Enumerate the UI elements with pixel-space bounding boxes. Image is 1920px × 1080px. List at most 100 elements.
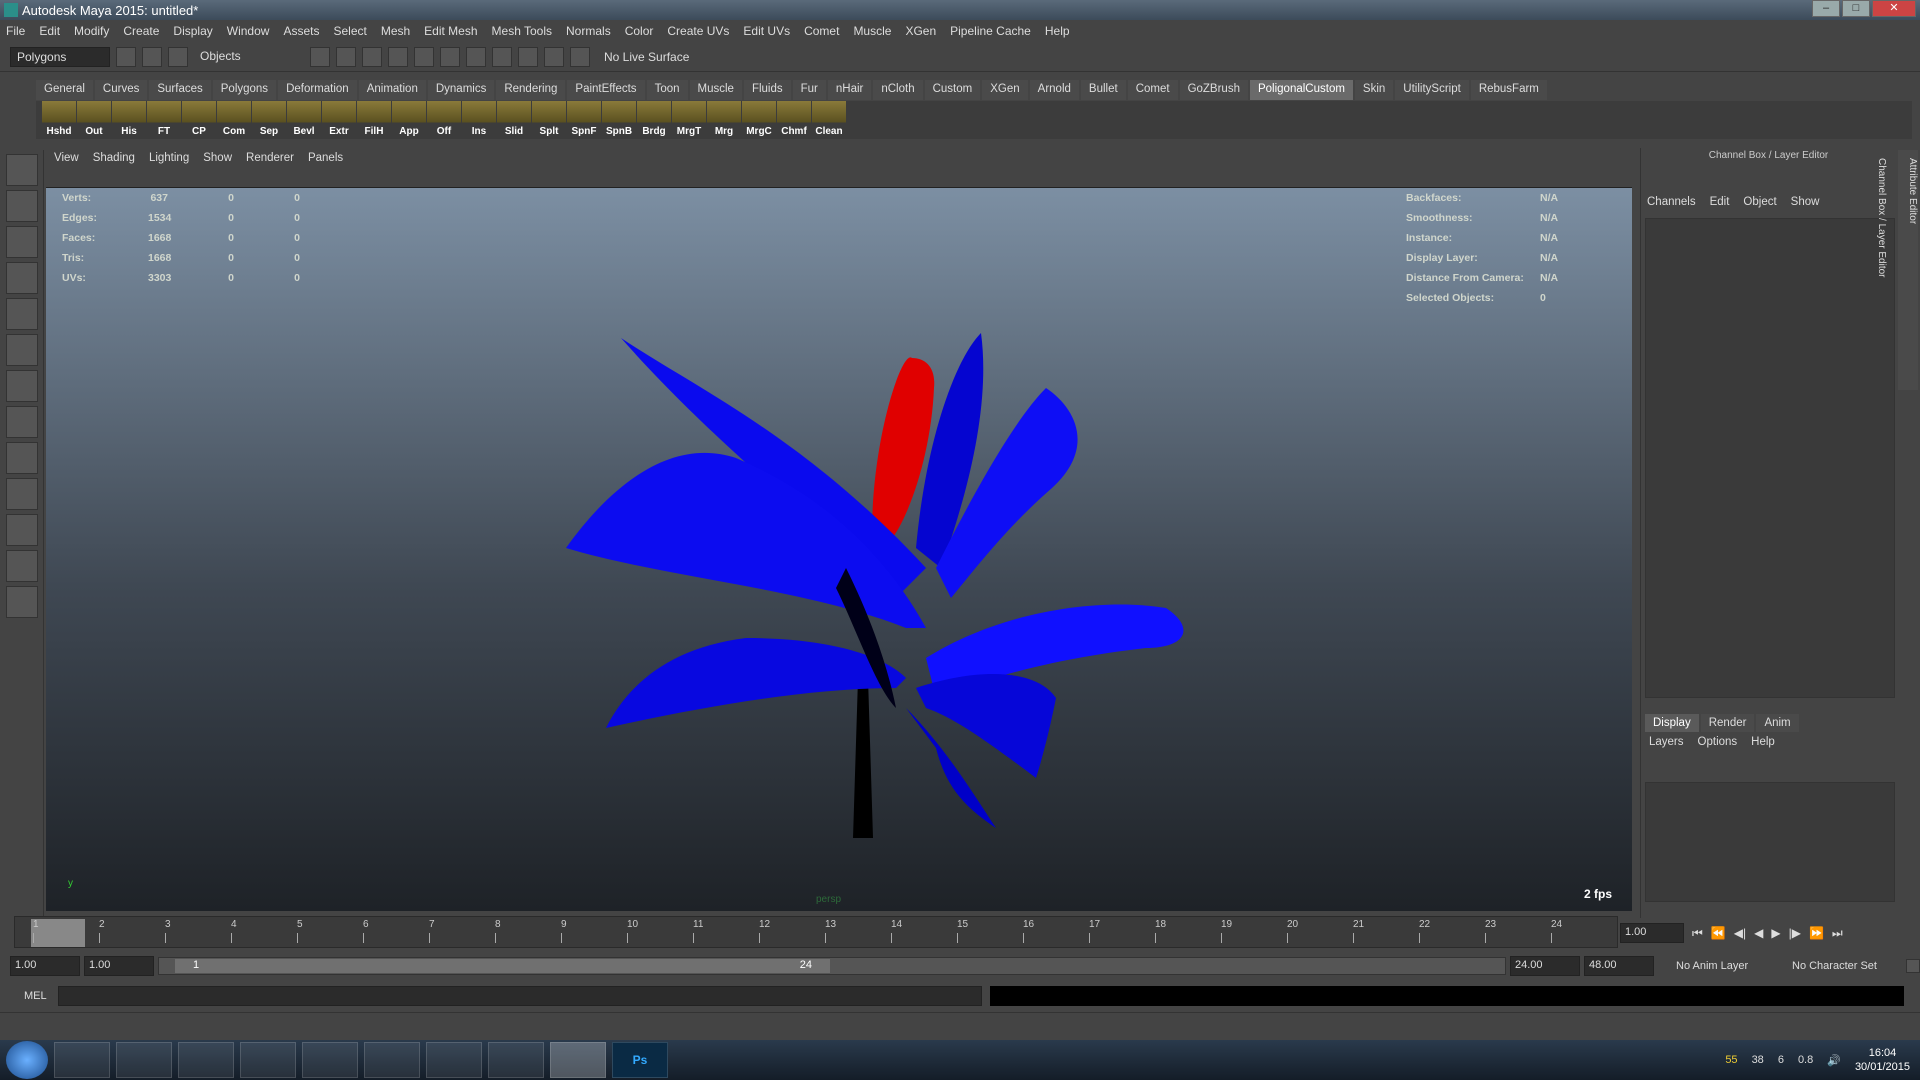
menu-edit[interactable]: Edit xyxy=(39,24,60,38)
render-settings-icon[interactable] xyxy=(570,46,590,67)
menu-comet[interactable]: Comet xyxy=(804,24,839,38)
shelf-tab-rendering[interactable]: Rendering xyxy=(496,80,566,100)
shelf-button-slid[interactable]: Slid xyxy=(497,101,531,137)
select-by-hierarchy-icon[interactable] xyxy=(310,46,330,67)
rotate-tool-icon[interactable] xyxy=(6,298,38,330)
panel-toolbar[interactable] xyxy=(46,168,1632,188)
ipr-render-icon[interactable] xyxy=(544,46,564,67)
shelf-button-mrgc[interactable]: MrgC xyxy=(742,101,776,137)
layer-menu-options[interactable]: Options xyxy=(1698,736,1738,748)
selection-mode[interactable]: Objects xyxy=(194,46,304,67)
shelf-tab-xgen[interactable]: XGen xyxy=(982,80,1028,100)
command-input[interactable] xyxy=(58,986,982,1006)
menu-xgen[interactable]: XGen xyxy=(905,24,936,38)
shelf-tab-dynamics[interactable]: Dynamics xyxy=(427,80,495,100)
shelf-tab-deformation[interactable]: Deformation xyxy=(278,80,357,100)
shelf-tab-general[interactable]: General xyxy=(36,80,93,100)
shelf-button-ft[interactable]: FT xyxy=(147,101,181,137)
shelf-button-off[interactable]: Off xyxy=(427,101,461,137)
current-time-field[interactable]: 1.00 xyxy=(1620,923,1684,943)
snap-grid-icon[interactable] xyxy=(388,46,408,67)
channel-menu-channels[interactable]: Channels xyxy=(1647,196,1696,208)
animation-end-field[interactable]: 48.00 xyxy=(1584,956,1654,976)
go-to-start-icon[interactable]: ⏮ xyxy=(1692,926,1703,941)
shelf-button-his[interactable]: His xyxy=(112,101,146,137)
panel-menu-renderer[interactable]: Renderer xyxy=(246,152,294,164)
taskbar-chrome-icon[interactable] xyxy=(240,1042,296,1078)
panel-menu-shading[interactable]: Shading xyxy=(93,152,135,164)
shelf-button-spnf[interactable]: SpnF xyxy=(567,101,601,137)
shelf-tab-arnold[interactable]: Arnold xyxy=(1029,80,1079,100)
channel-menu-object[interactable]: Object xyxy=(1743,196,1776,208)
menu-normals[interactable]: Normals xyxy=(566,24,611,38)
menu-edit-mesh[interactable]: Edit Mesh xyxy=(424,24,477,38)
shelf-button-clean[interactable]: Clean xyxy=(812,101,846,137)
animation-start-field[interactable]: 1.00 xyxy=(10,956,80,976)
menu-select[interactable]: Select xyxy=(333,24,366,38)
shelf-tab-rebusfarm[interactable]: RebusFarm xyxy=(1470,80,1547,100)
save-scene-icon[interactable] xyxy=(168,46,188,67)
graph-layout-icon[interactable] xyxy=(6,514,38,546)
scale-tool-icon[interactable] xyxy=(6,334,38,366)
outliner-layout-icon[interactable] xyxy=(6,478,38,510)
menu-window[interactable]: Window xyxy=(227,24,270,38)
shelf-button-chmf[interactable]: Chmf xyxy=(777,101,811,137)
layer-menu-layers[interactable]: Layers xyxy=(1649,736,1684,748)
channel-menu-show[interactable]: Show xyxy=(1791,196,1820,208)
last-tool-icon[interactable] xyxy=(6,370,38,402)
shelf-button-out[interactable]: Out xyxy=(77,101,111,137)
play-backwards-icon[interactable]: ◀ xyxy=(1754,926,1763,940)
menu-pipeline-cache[interactable]: Pipeline Cache xyxy=(950,24,1031,38)
channel-box-area[interactable] xyxy=(1645,218,1895,698)
tab-display[interactable]: Display xyxy=(1645,714,1699,732)
tab-render[interactable]: Render xyxy=(1700,714,1755,732)
time-slider[interactable]: 1 2 3 4 5 6 7 8 9 10 11 12 13 14 15 16 17 18 19 20 21 22 23 24 xyxy=(14,916,1618,948)
shelf-tab-toon[interactable]: Toon xyxy=(646,80,688,100)
taskbar-maya-icon[interactable] xyxy=(550,1042,606,1078)
shelf-tab-muscle[interactable]: Muscle xyxy=(689,80,742,100)
shelf-button-splt[interactable]: Splt xyxy=(532,101,566,137)
shelf-button-filh[interactable]: FilH xyxy=(357,101,391,137)
menu-create-uvs[interactable]: Create UVs xyxy=(667,24,729,38)
shelf-button-ins[interactable]: Ins xyxy=(462,101,496,137)
menu-assets[interactable]: Assets xyxy=(283,24,319,38)
menu-edit-uvs[interactable]: Edit UVs xyxy=(743,24,790,38)
taskbar-explorer-icon[interactable] xyxy=(116,1042,172,1078)
shelf-tab-fur[interactable]: Fur xyxy=(792,80,826,100)
shelf-button-bevl[interactable]: Bevl xyxy=(287,101,321,137)
taskbar-powershell-icon[interactable] xyxy=(178,1042,234,1078)
shelf-button-mrg[interactable]: Mrg xyxy=(707,101,741,137)
panel-menu-show[interactable]: Show xyxy=(203,152,232,164)
shelf-tab-animation[interactable]: Animation xyxy=(358,80,426,100)
shelf-tab-comet[interactable]: Comet xyxy=(1127,80,1178,100)
menu-color[interactable]: Color xyxy=(625,24,654,38)
play-forwards-icon[interactable]: ▶ xyxy=(1771,926,1780,940)
menu-display[interactable]: Display xyxy=(173,24,212,38)
channel-menu-edit[interactable]: Edit xyxy=(1710,196,1730,208)
paint-select-tool-icon[interactable] xyxy=(6,226,38,258)
taskbar-steam-icon[interactable] xyxy=(302,1042,358,1078)
menu-create[interactable]: Create xyxy=(123,24,159,38)
shelf-tab-skin[interactable]: Skin xyxy=(1354,80,1394,100)
shelf-tab-poligonalcustom[interactable]: PoligonalCustom xyxy=(1249,80,1353,100)
start-button[interactable] xyxy=(6,1041,48,1079)
playback-start-field[interactable]: 1.00 xyxy=(84,956,154,976)
layer-menu-help[interactable]: Help xyxy=(1751,736,1775,748)
mel-label[interactable]: MEL xyxy=(10,990,50,1002)
snap-plane-icon[interactable] xyxy=(466,46,486,67)
maximize-button[interactable]: □ xyxy=(1842,0,1870,17)
close-button[interactable]: ✕ xyxy=(1872,0,1916,17)
step-forward-frame-icon[interactable]: |▶ xyxy=(1789,926,1801,940)
live-surface-label[interactable]: No Live Surface xyxy=(604,50,689,64)
panel-menu-lighting[interactable]: Lighting xyxy=(149,152,189,164)
taskbar-unity-icon[interactable] xyxy=(426,1042,482,1078)
attribute-editor-tab[interactable]: Attribute Editor xyxy=(1907,158,1918,390)
new-scene-icon[interactable] xyxy=(116,46,136,67)
lasso-tool-icon[interactable] xyxy=(6,190,38,222)
shelf-tab-utilityscript[interactable]: UtilityScript xyxy=(1395,80,1469,100)
panel-menu-view[interactable]: View xyxy=(54,152,79,164)
playback-end-field[interactable]: 24.00 xyxy=(1510,956,1580,976)
select-by-object-icon[interactable] xyxy=(336,46,356,67)
perspective-viewport[interactable]: Verts: 637 0 0 Edges: 1534 0 0 Faces: 1668 0 0 Tr… xyxy=(46,188,1632,911)
shelf-tab-surfaces[interactable]: Surfaces xyxy=(149,80,211,100)
